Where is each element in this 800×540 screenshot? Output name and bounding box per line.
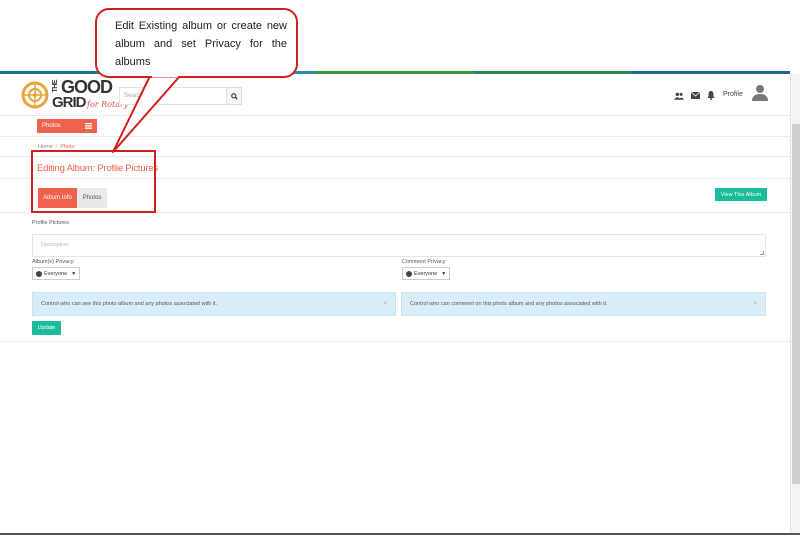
photos-nav-bar: Photos	[0, 116, 790, 137]
description-placeholder: Description	[41, 242, 69, 248]
messages-button[interactable]	[690, 91, 700, 100]
chevron-down-icon: ▼	[71, 270, 77, 277]
grid-menu-icon	[85, 123, 92, 129]
avatar[interactable]	[752, 84, 768, 101]
annotation-callout: Edit Existing album or create new album …	[95, 8, 298, 78]
window-bottom-border	[0, 533, 800, 535]
album-privacy-value: Everyone	[44, 270, 68, 277]
profile-link[interactable]: Profile	[723, 91, 743, 98]
comment-privacy-help-alert: Control who can comment on this photo al…	[401, 292, 766, 316]
search-placeholder: Search...	[124, 93, 149, 99]
logo-the-text: THE	[52, 80, 59, 93]
resize-handle-icon[interactable]	[760, 251, 764, 255]
album-privacy-help-alert: Control who can see this photo album and…	[32, 292, 396, 316]
photos-button-label: Photos	[42, 123, 61, 129]
annotation-highlight-box	[31, 150, 156, 213]
globe-icon	[36, 270, 42, 277]
comment-privacy-value: Everyone	[414, 270, 438, 277]
album-name-field[interactable]: Profile Pictures	[32, 220, 69, 226]
comment-privacy-label: Comment Privacy:	[402, 259, 447, 265]
search-button[interactable]	[226, 87, 242, 105]
scrollbar-thumb[interactable]	[792, 124, 800, 484]
search-icon	[230, 92, 238, 100]
update-button[interactable]: Update	[32, 321, 61, 335]
photos-menu-button[interactable]: Photos	[37, 119, 97, 133]
envelope-icon	[690, 92, 700, 99]
logo-grid-text: GRID	[52, 94, 86, 111]
logo[interactable]: THE GOOD GRID for Rotary	[21, 78, 128, 114]
album-privacy-help-text: Control who can see this photo album and…	[41, 301, 218, 307]
album-privacy-label: Album(s) Privacy:	[32, 259, 76, 265]
close-icon[interactable]: ×	[383, 301, 387, 307]
description-field[interactable]: Description	[32, 234, 766, 257]
chevron-down-icon: ▼	[441, 270, 447, 277]
comment-privacy-help-text: Control who can comment on this photo al…	[410, 301, 608, 307]
close-icon[interactable]: ×	[753, 301, 757, 307]
annotation-text: Edit Existing album or create new album …	[115, 20, 287, 68]
page: THE GOOD GRID for Rotary Search... Profi…	[0, 0, 800, 540]
rotary-wheel-icon	[21, 81, 49, 109]
album-privacy-select[interactable]: Everyone ▼	[32, 267, 80, 280]
view-album-button[interactable]: View This Album	[715, 188, 767, 201]
bell-icon	[707, 91, 715, 100]
header: THE GOOD GRID for Rotary Search... Profi…	[0, 74, 790, 116]
globe-icon	[406, 270, 412, 277]
comment-privacy-select[interactable]: Everyone ▼	[402, 267, 450, 280]
search-input[interactable]: Search...	[119, 87, 227, 105]
scrollbar[interactable]	[790, 74, 800, 534]
notifications-button[interactable]	[706, 91, 716, 100]
users-icon	[674, 92, 684, 100]
friends-button[interactable]	[674, 91, 684, 100]
divider	[0, 341, 790, 342]
